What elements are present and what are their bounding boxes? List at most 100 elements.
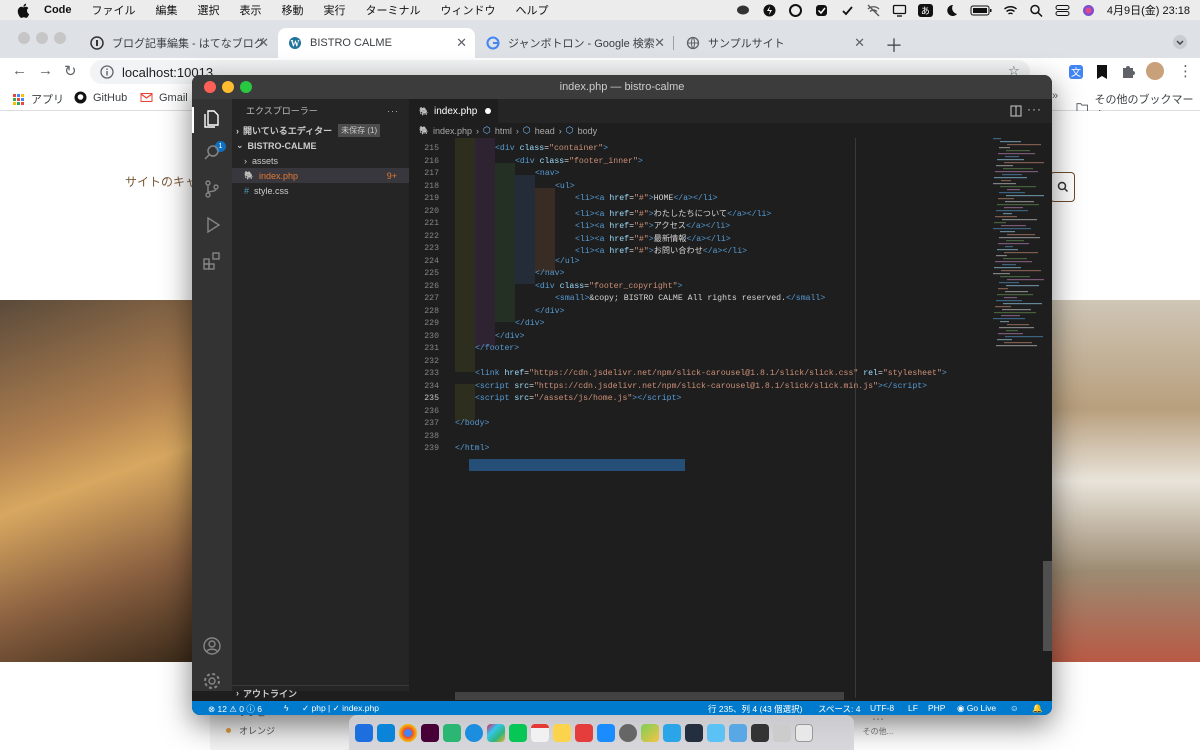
status-eol[interactable]: LF [908, 703, 918, 713]
info-icon[interactable] [100, 65, 114, 79]
tab-search-icon[interactable] [1172, 34, 1188, 50]
breadcrumb-item[interactable]: head [535, 126, 555, 136]
list-item[interactable]: オレンジ [226, 724, 275, 737]
status-language-check[interactable]: ✓ php | ✓ index.php [302, 703, 379, 714]
search-icon[interactable] [202, 143, 222, 163]
project-section[interactable]: ⌄ BISTRO-CALME [232, 138, 409, 153]
code-line[interactable]: <li><a href="#">アクセス</a></li> [575, 219, 730, 231]
screenshot-stack-icon[interactable] [773, 723, 791, 742]
display-icon[interactable] [892, 4, 907, 17]
code-line[interactable]: </ul> [555, 257, 580, 266]
siri-icon[interactable] [1081, 4, 1096, 17]
trash-icon[interactable] [795, 723, 813, 742]
status-cursor-position[interactable]: 行 235、列 4 (43 個選択) [708, 703, 802, 715]
browser-menu-icon[interactable]: ⋮ [1178, 62, 1193, 80]
system-preferences-icon[interactable] [619, 723, 637, 742]
run-debug-icon[interactable] [202, 215, 222, 235]
breadcrumb-item[interactable]: index.php [433, 126, 472, 136]
amazon-music-icon[interactable] [685, 723, 703, 742]
code-line[interactable]: <small>&copy; BISTRO CALME All rights re… [555, 294, 825, 303]
tab-close-icon[interactable]: ✕ [854, 35, 865, 51]
window-zoom-button[interactable] [54, 32, 66, 44]
bookmarks-overflow-icon[interactable]: » [1052, 90, 1058, 102]
status-indentation[interactable]: スペース: 4 [818, 703, 860, 715]
simplenote-icon[interactable] [465, 723, 483, 742]
bolt-icon[interactable] [762, 4, 777, 17]
tree-item-file[interactable]: 🐘 index.php 9+ [232, 168, 409, 183]
control-center-icon[interactable] [1055, 4, 1070, 17]
browser-tab-hatena[interactable]: ブログ記事編集 - はてなブログ ✕ [80, 28, 277, 58]
vscode-minimize-button[interactable] [222, 81, 234, 93]
code-line[interactable]: <div class="container"> [495, 144, 608, 153]
bookmark-apps[interactable]: アプリ [12, 91, 64, 107]
check-circle-icon[interactable] [840, 4, 855, 17]
code-line[interactable]: <li><a href="#">最新情報</a></li> [575, 232, 731, 244]
menu-terminal[interactable]: ターミナル [366, 2, 421, 18]
notes-icon[interactable] [553, 723, 571, 742]
account-icon[interactable] [202, 636, 222, 656]
tab-close-icon[interactable]: ✕ [456, 35, 467, 51]
photos-icon[interactable] [641, 723, 659, 742]
back-button[interactable]: ← [12, 62, 27, 79]
vscode-app-icon[interactable] [377, 723, 395, 742]
settings-gear-icon[interactable] [202, 671, 222, 691]
code-line[interactable]: <script src="/assets/js/home.js"></scrip… [475, 394, 681, 403]
creative-cloud-icon[interactable] [788, 3, 803, 17]
other-bookmarks-popup[interactable]: ⋯ その他... [858, 712, 898, 750]
input-method-icon[interactable]: あ [917, 3, 933, 17]
editor-tab-index-php[interactable]: 🐘 index.php [409, 99, 498, 123]
adobe-xd-icon[interactable] [421, 723, 439, 742]
explorer-icon[interactable] [202, 109, 222, 129]
code-line[interactable]: </div> [495, 332, 524, 341]
menu-edit[interactable]: 編集 [156, 2, 178, 18]
translate-extension-icon[interactable]: 文 [1068, 64, 1084, 80]
menu-view[interactable]: 表示 [240, 2, 262, 18]
spotlight-icon[interactable] [1029, 4, 1044, 17]
code-line[interactable]: </div> [535, 307, 564, 316]
unsaved-dot-icon[interactable] [485, 108, 492, 114]
browser-tab-sample[interactable]: サンプルサイト ✕ [676, 28, 873, 58]
mail-icon[interactable] [663, 723, 681, 742]
code-line[interactable]: <nav> [535, 169, 560, 178]
code-line[interactable]: </nav> [535, 269, 564, 278]
minimap[interactable] [989, 138, 1044, 691]
reload-button[interactable]: ↻ [64, 62, 77, 80]
horizontal-scrollbar[interactable] [455, 692, 844, 700]
lightning-icon[interactable]: ϟ [284, 703, 289, 713]
battery-icon[interactable] [970, 4, 992, 17]
line-icon[interactable] [509, 723, 527, 742]
code-line[interactable]: </html> [455, 444, 489, 453]
split-editor-icon[interactable] [1010, 105, 1022, 117]
bookmark-github[interactable]: GitHub [74, 91, 127, 104]
menu-file[interactable]: ファイル [92, 2, 136, 18]
chrome-icon[interactable] [399, 723, 417, 742]
bookmark-extension-icon[interactable] [1095, 64, 1109, 80]
browser-tab-google[interactable]: ジャンボトロン - Google 検索 ✕ [476, 28, 674, 58]
editor-more-icon[interactable]: ··· [1027, 102, 1042, 116]
status-problems[interactable]: ⊗ 12 ⚠ 0 ⓘ 6 [208, 703, 262, 715]
window-close-button[interactable] [18, 32, 30, 44]
code-line[interactable]: <div class="footer_inner"> [515, 157, 643, 166]
acrobat-icon[interactable] [575, 723, 593, 742]
outline-section[interactable]: › アウトライン [232, 685, 409, 700]
open-editors-section[interactable]: › 開いているエディター 未保存 (1) [232, 123, 409, 138]
extensions-puzzle-icon[interactable] [1120, 64, 1136, 80]
notifications-bell-icon[interactable]: 🔔 [1032, 703, 1043, 714]
code-line[interactable]: <script src="https://cdn.jsdelivr.net/np… [475, 382, 927, 391]
menubar-clock[interactable]: 4月9日(金) 23:18 [1107, 2, 1190, 18]
code-editor[interactable]: 215 <div class="container"> 216 <div class=… [409, 138, 989, 698]
vscode-close-button[interactable] [204, 81, 216, 93]
sourcetree-icon[interactable] [443, 723, 461, 742]
menu-selection[interactable]: 選択 [198, 2, 220, 18]
code-line[interactable]: </footer> [475, 344, 519, 353]
status-language-mode[interactable]: PHP [928, 703, 945, 713]
extensions-icon[interactable] [202, 251, 222, 271]
code-line[interactable]: </div> [515, 319, 544, 328]
moon-icon[interactable] [944, 4, 959, 17]
code-line[interactable]: </body> [455, 419, 489, 428]
code-line[interactable]: <link href="https://cdn.jsdelivr.net/npm… [475, 369, 947, 378]
vscode-zoom-button[interactable] [240, 81, 252, 93]
pet-app-icon[interactable] [707, 723, 725, 742]
feedback-icon[interactable]: ☺ [1010, 703, 1019, 713]
elephant-icon[interactable] [736, 4, 751, 17]
